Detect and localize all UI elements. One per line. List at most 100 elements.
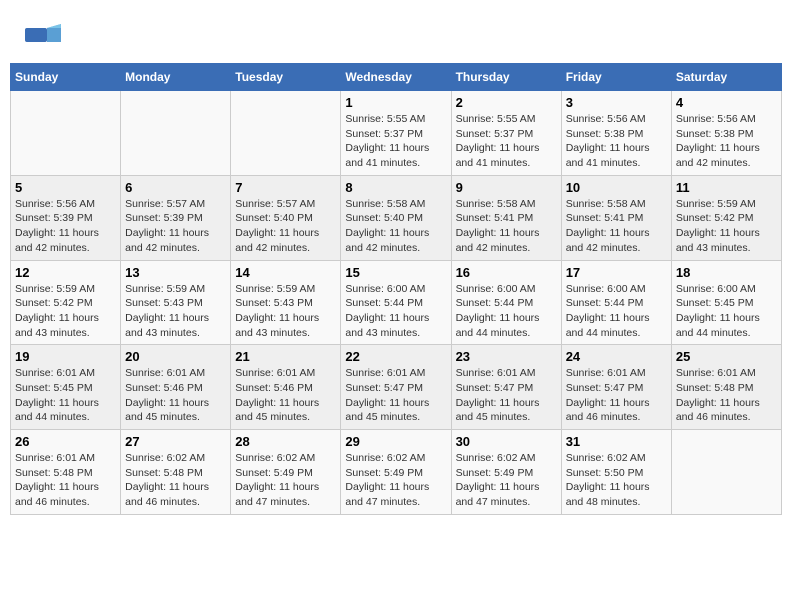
calendar-cell: 2 Sunrise: 5:55 AM Sunset: 5:37 PM Daylig… (451, 91, 561, 176)
day-number: 13 (125, 265, 226, 280)
calendar-cell: 11 Sunrise: 5:59 AM Sunset: 5:42 PM Dayli… (671, 175, 781, 260)
calendar-cell: 19 Sunrise: 6:01 AM Sunset: 5:45 PM Dayli… (11, 345, 121, 430)
day-info: Sunrise: 5:59 AM Sunset: 5:42 PM Dayligh… (676, 197, 777, 256)
day-info: Sunrise: 5:58 AM Sunset: 5:41 PM Dayligh… (456, 197, 557, 256)
logo-icon (25, 20, 61, 50)
day-number: 11 (676, 180, 777, 195)
day-info: Sunrise: 5:56 AM Sunset: 5:38 PM Dayligh… (676, 112, 777, 171)
day-number: 25 (676, 349, 777, 364)
day-info: Sunrise: 6:00 AM Sunset: 5:44 PM Dayligh… (456, 282, 557, 341)
day-number: 7 (235, 180, 336, 195)
day-info: Sunrise: 6:01 AM Sunset: 5:48 PM Dayligh… (15, 451, 116, 510)
calendar-cell: 15 Sunrise: 6:00 AM Sunset: 5:44 PM Dayli… (341, 260, 451, 345)
day-info: Sunrise: 5:55 AM Sunset: 5:37 PM Dayligh… (345, 112, 446, 171)
calendar-cell: 8 Sunrise: 5:58 AM Sunset: 5:40 PM Daylig… (341, 175, 451, 260)
day-info: Sunrise: 6:01 AM Sunset: 5:48 PM Dayligh… (676, 366, 777, 425)
calendar-cell: 20Sunrise: 6:01 AM Sunset: 5:46 PM Dayli… (121, 345, 231, 430)
day-info: Sunrise: 6:00 AM Sunset: 5:44 PM Dayligh… (345, 282, 446, 341)
day-number: 20 (125, 349, 226, 364)
day-info: Sunrise: 5:56 AM Sunset: 5:38 PM Dayligh… (566, 112, 667, 171)
day-info: Sunrise: 6:00 AM Sunset: 5:45 PM Dayligh… (676, 282, 777, 341)
day-number: 19 (15, 349, 116, 364)
calendar-cell: 29Sunrise: 6:02 AM Sunset: 5:49 PM Dayli… (341, 430, 451, 515)
day-number: 8 (345, 180, 446, 195)
calendar-cell: 6Sunrise: 5:57 AM Sunset: 5:39 PM Daylig… (121, 175, 231, 260)
calendar-cell (671, 430, 781, 515)
day-info: Sunrise: 5:57 AM Sunset: 5:40 PM Dayligh… (235, 197, 336, 256)
calendar-cell: 18 Sunrise: 6:00 AM Sunset: 5:45 PM Dayli… (671, 260, 781, 345)
day-number: 22 (345, 349, 446, 364)
calendar-cell (231, 91, 341, 176)
weekday-header-friday: Friday (561, 64, 671, 91)
day-number: 9 (456, 180, 557, 195)
day-number: 12 (15, 265, 116, 280)
weekday-header-monday: Monday (121, 64, 231, 91)
calendar-cell: 31 Sunrise: 6:02 AM Sunset: 5:50 PM Dayli… (561, 430, 671, 515)
day-info: Sunrise: 5:56 AM Sunset: 5:39 PM Dayligh… (15, 197, 116, 256)
weekday-header-thursday: Thursday (451, 64, 561, 91)
day-number: 29 (345, 434, 446, 449)
day-number: 28 (235, 434, 336, 449)
day-number: 16 (456, 265, 557, 280)
calendar-cell: 27 Sunrise: 6:02 AM Sunset: 5:48 PM Dayli… (121, 430, 231, 515)
day-number: 4 (676, 95, 777, 110)
day-number: 15 (345, 265, 446, 280)
day-number: 21 (235, 349, 336, 364)
day-info: Sunrise: 6:02 AM Sunset: 5:49 PM Dayligh… (235, 451, 336, 510)
header (10, 10, 782, 55)
calendar: SundayMondayTuesdayWednesdayThursdayFrid… (10, 63, 782, 515)
day-info: Sunrise: 5:58 AM Sunset: 5:40 PM Dayligh… (345, 197, 446, 256)
calendar-cell: 12 Sunrise: 5:59 AM Sunset: 5:42 PM Dayli… (11, 260, 121, 345)
day-info: Sunrise: 6:00 AM Sunset: 5:44 PM Dayligh… (566, 282, 667, 341)
calendar-cell: 3 Sunrise: 5:56 AM Sunset: 5:38 PM Daylig… (561, 91, 671, 176)
calendar-cell: 13 Sunrise: 5:59 AM Sunset: 5:43 PM Dayli… (121, 260, 231, 345)
calendar-cell: 25 Sunrise: 6:01 AM Sunset: 5:48 PM Dayli… (671, 345, 781, 430)
weekday-header-tuesday: Tuesday (231, 64, 341, 91)
calendar-cell: 4 Sunrise: 5:56 AM Sunset: 5:38 PM Daylig… (671, 91, 781, 176)
weekday-header-saturday: Saturday (671, 64, 781, 91)
weekday-header-sunday: Sunday (11, 64, 121, 91)
calendar-cell: 16 Sunrise: 6:00 AM Sunset: 5:44 PM Dayli… (451, 260, 561, 345)
calendar-cell: 21 Sunrise: 6:01 AM Sunset: 5:46 PM Dayli… (231, 345, 341, 430)
day-number: 18 (676, 265, 777, 280)
day-number: 10 (566, 180, 667, 195)
day-info: Sunrise: 6:01 AM Sunset: 5:45 PM Dayligh… (15, 366, 116, 425)
day-number: 17 (566, 265, 667, 280)
calendar-cell: 14 Sunrise: 5:59 AM Sunset: 5:43 PM Dayli… (231, 260, 341, 345)
calendar-cell (121, 91, 231, 176)
day-info: Sunrise: 5:55 AM Sunset: 5:37 PM Dayligh… (456, 112, 557, 171)
day-number: 14 (235, 265, 336, 280)
day-number: 31 (566, 434, 667, 449)
day-info: Sunrise: 6:02 AM Sunset: 5:49 PM Dayligh… (456, 451, 557, 510)
day-number: 6 (125, 180, 226, 195)
weekday-header-wednesday: Wednesday (341, 64, 451, 91)
calendar-cell: 28 Sunrise: 6:02 AM Sunset: 5:49 PM Dayli… (231, 430, 341, 515)
calendar-cell: 30 Sunrise: 6:02 AM Sunset: 5:49 PM Dayli… (451, 430, 561, 515)
calendar-cell: 7 Sunrise: 5:57 AM Sunset: 5:40 PM Daylig… (231, 175, 341, 260)
calendar-cell: 5 Sunrise: 5:56 AM Sunset: 5:39 PM Daylig… (11, 175, 121, 260)
calendar-cell: 10Sunrise: 5:58 AM Sunset: 5:41 PM Dayli… (561, 175, 671, 260)
day-info: Sunrise: 5:59 AM Sunset: 5:43 PM Dayligh… (235, 282, 336, 341)
calendar-cell: 22 Sunrise: 6:01 AM Sunset: 5:47 PM Dayli… (341, 345, 451, 430)
calendar-cell (11, 91, 121, 176)
day-info: Sunrise: 6:01 AM Sunset: 5:47 PM Dayligh… (456, 366, 557, 425)
day-number: 24 (566, 349, 667, 364)
day-number: 27 (125, 434, 226, 449)
day-info: Sunrise: 5:59 AM Sunset: 5:42 PM Dayligh… (15, 282, 116, 341)
day-number: 30 (456, 434, 557, 449)
day-number: 26 (15, 434, 116, 449)
day-number: 5 (15, 180, 116, 195)
calendar-cell: 1Sunrise: 5:55 AM Sunset: 5:37 PM Daylig… (341, 91, 451, 176)
day-info: Sunrise: 6:01 AM Sunset: 5:47 PM Dayligh… (345, 366, 446, 425)
day-info: Sunrise: 6:02 AM Sunset: 5:48 PM Dayligh… (125, 451, 226, 510)
day-number: 3 (566, 95, 667, 110)
calendar-cell: 24 Sunrise: 6:01 AM Sunset: 5:47 PM Dayli… (561, 345, 671, 430)
day-number: 2 (456, 95, 557, 110)
logo (25, 20, 65, 50)
day-info: Sunrise: 5:59 AM Sunset: 5:43 PM Dayligh… (125, 282, 226, 341)
day-info: Sunrise: 6:01 AM Sunset: 5:46 PM Dayligh… (235, 366, 336, 425)
calendar-cell: 26 Sunrise: 6:01 AM Sunset: 5:48 PM Dayli… (11, 430, 121, 515)
calendar-cell: 23Sunrise: 6:01 AM Sunset: 5:47 PM Dayli… (451, 345, 561, 430)
day-info: Sunrise: 6:02 AM Sunset: 5:50 PM Dayligh… (566, 451, 667, 510)
day-info: Sunrise: 6:01 AM Sunset: 5:47 PM Dayligh… (566, 366, 667, 425)
